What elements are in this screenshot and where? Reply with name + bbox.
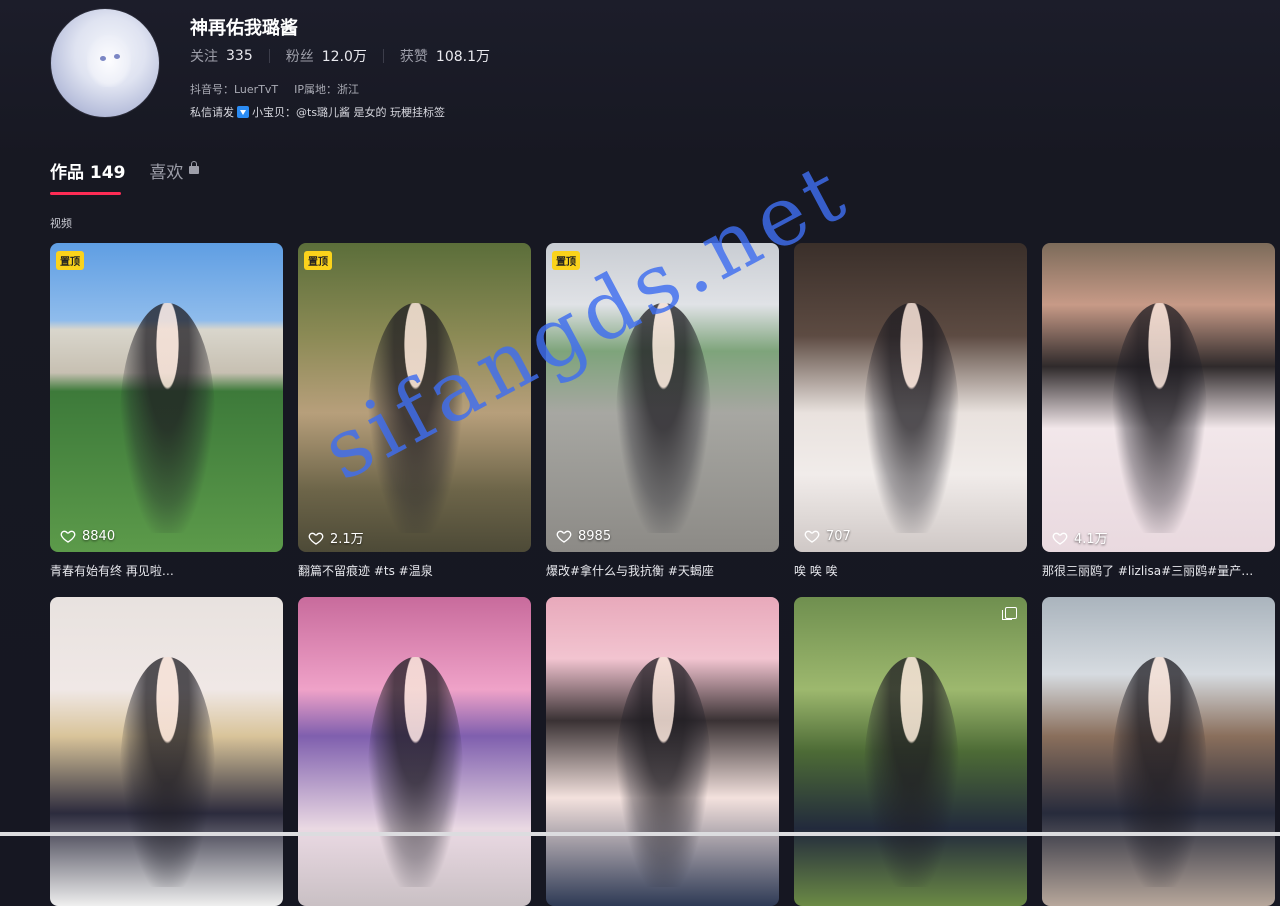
stat-label: 粉丝 — [285, 49, 314, 65]
down-arrow-icon — [237, 106, 249, 118]
heart-icon — [308, 532, 324, 545]
video-thumbnail[interactable]: 置顶 2.1万 — [298, 243, 531, 552]
section-label: 视频 — [50, 217, 72, 230]
video-thumbnail[interactable]: 707 — [794, 243, 1027, 552]
douyin-id: 抖音号：LuerTvT — [190, 83, 279, 96]
video-card[interactable]: 置顶 8985 爆改#拿什么与我抗衡 #天蝎座 — [546, 243, 779, 583]
avatar-face — [87, 35, 131, 87]
like-count: 8985 — [556, 528, 611, 544]
pinned-badge: 置顶 — [56, 251, 84, 270]
like-count-value: 4.1万 — [1074, 532, 1108, 547]
thumbnail-subject — [120, 303, 215, 533]
like-count-value: 8840 — [82, 528, 116, 544]
pinned-badge: 置顶 — [304, 251, 332, 270]
thumbnail-subject — [368, 303, 463, 533]
thumbnail-subject — [864, 657, 959, 887]
video-thumbnail[interactable]: 置顶 8840 — [50, 243, 283, 552]
stat-label: 获赞 — [399, 49, 428, 65]
stat-label: 关注 — [190, 49, 218, 65]
video-card[interactable] — [546, 597, 779, 906]
like-count: 4.1万 — [1052, 528, 1108, 547]
thumbnail-subject — [864, 303, 959, 533]
video-caption[interactable]: 唉 唉 唉 — [794, 562, 1027, 579]
avatar-eye — [114, 54, 120, 59]
video-thumbnail[interactable] — [50, 597, 283, 906]
video-thumbnail[interactable] — [546, 597, 779, 906]
profile-tabs: 作品 149 喜欢 — [50, 158, 223, 196]
video-card[interactable]: 置顶 2.1万翻篇不留痕迹 #ts #温泉 — [298, 243, 531, 583]
heart-icon — [556, 530, 572, 543]
video-thumbnail[interactable] — [1042, 597, 1275, 906]
video-caption[interactable]: 翻篇不留痕迹 #ts #温泉 — [298, 562, 531, 579]
nickname: 神再佑我璐酱 — [190, 18, 298, 39]
thumbnail-subject — [1112, 303, 1207, 533]
image-set-icon — [1002, 607, 1017, 620]
profile-meta: 抖音号：LuerTvT IP属地：浙江 — [190, 81, 375, 97]
video-card[interactable]: 4.1万那很三丽鸥了 #lizlisa#三丽鸥#量产… — [1042, 243, 1275, 583]
video-caption[interactable]: 青春有始有终 再见啦… — [50, 562, 283, 579]
pinned-badge: 置顶 — [552, 251, 580, 270]
like-count-value: 2.1万 — [330, 532, 364, 547]
profile-stats: 关注 335 粉丝 12.0万 获赞 108.1万 — [190, 46, 490, 66]
stat-value: 335 — [226, 48, 253, 64]
like-count-value: 8985 — [578, 528, 612, 544]
video-card[interactable]: 707 唉 唉 唉 — [794, 243, 1027, 583]
video-caption[interactable]: 那很三丽鸥了 #lizlisa#三丽鸥#量产… — [1042, 562, 1275, 579]
thumbnail-subject — [616, 657, 711, 887]
tab-likes-label: 喜欢 — [149, 163, 184, 183]
heart-icon — [1052, 532, 1068, 545]
video-card[interactable] — [1042, 597, 1275, 906]
avatar[interactable] — [50, 8, 160, 118]
thumbnail-subject — [1112, 657, 1207, 887]
ip-location: IP属地：浙江 — [294, 83, 360, 96]
thumbnail-subject — [368, 657, 463, 887]
video-card[interactable]: 置顶 8840 青春有始有终 再见啦… — [50, 243, 283, 583]
like-count: 707 — [804, 528, 851, 544]
video-thumbnail[interactable]: 置顶 8985 — [546, 243, 779, 552]
video-thumbnail[interactable]: 4.1万 — [1042, 243, 1275, 552]
video-thumbnail[interactable] — [298, 597, 531, 906]
profile-header: 神再佑我璐酱 关注 335 粉丝 12.0万 获赞 108.1万 抖音号：Lue… — [50, 8, 1250, 128]
bottom-edge — [0, 832, 1280, 836]
tab-works[interactable]: 作品 149 — [50, 158, 125, 196]
divider — [268, 49, 270, 63]
thumbnail-subject — [120, 657, 215, 887]
stat-likes: 获赞 108.1万 — [400, 46, 490, 66]
video-thumbnail[interactable] — [794, 597, 1027, 906]
thumbnail-subject — [616, 303, 711, 533]
lock-icon — [189, 161, 200, 174]
stat-value: 12.0万 — [321, 49, 367, 65]
bio-prefix: 私信请发 — [190, 106, 234, 119]
video-card[interactable] — [794, 597, 1027, 906]
stat-value: 108.1万 — [435, 49, 490, 65]
heart-icon — [804, 530, 820, 543]
stat-following[interactable]: 关注 335 — [190, 46, 253, 66]
divider — [382, 49, 384, 63]
like-count: 8840 — [60, 528, 115, 544]
bio-suffix: 小宝贝：@ts璐儿酱 是女的 玩梗挂标签 — [252, 106, 446, 119]
video-caption[interactable]: 爆改#拿什么与我抗衡 #天蝎座 — [546, 562, 779, 579]
like-count: 2.1万 — [308, 528, 364, 547]
profile-bio: 私信请发 小宝贝：@ts璐儿酱 是女的 玩梗挂标签 — [190, 104, 445, 120]
avatar-eye — [100, 56, 106, 61]
like-count-value: 707 — [826, 528, 851, 544]
video-card[interactable] — [50, 597, 283, 906]
stat-followers[interactable]: 粉丝 12.0万 — [286, 46, 367, 66]
heart-icon — [60, 530, 76, 543]
tab-likes[interactable]: 喜欢 — [149, 158, 200, 196]
video-card[interactable] — [298, 597, 531, 906]
